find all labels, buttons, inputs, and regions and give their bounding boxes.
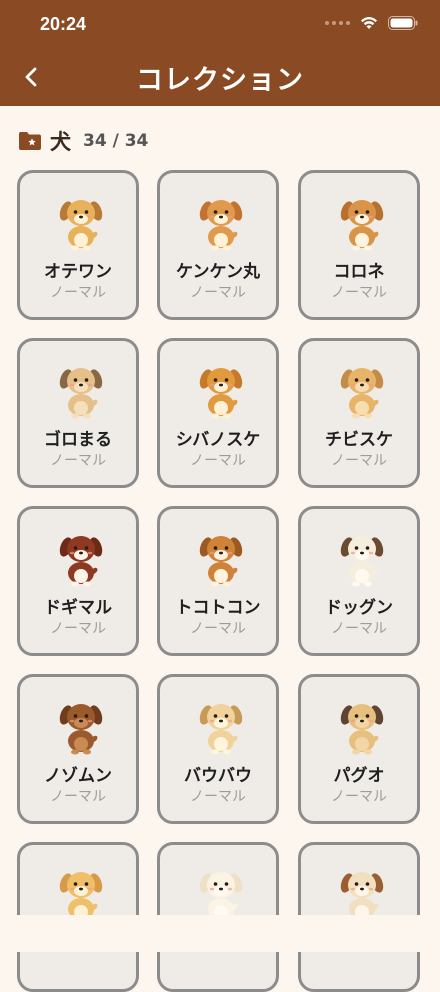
dog-illustration-icon [199,200,243,251]
dog-card[interactable]: ドギマル ノーマル [17,506,139,656]
dog-illustration-icon [59,536,103,587]
collection-section-header: 犬 34 / 34 [18,126,148,156]
dog-rarity: ノーマル [50,621,106,637]
dog-name: ゴロまる [44,430,112,450]
dog-card[interactable]: パグオ ノーマル [298,674,420,824]
dog-rarity: ノーマル [331,789,387,805]
dog-name: バウバウ [184,766,252,786]
dog-name: パグオ [333,766,385,786]
dog-illustration-icon [199,536,243,587]
dog-card[interactable]: ケンケン丸 ノーマル [157,170,279,320]
cellular-signal-icon [325,21,350,25]
dog-name: ドッグン [325,598,393,618]
dog-rarity: ノーマル [190,453,246,469]
dog-card[interactable]: トコトコン ノーマル [157,506,279,656]
wifi-icon [360,16,378,30]
collection-count: 34 / 34 [83,131,149,151]
dog-rarity: ノーマル [50,789,106,805]
dog-rarity: ノーマル [331,285,387,301]
dog-illustration-icon [199,872,243,923]
section-title: 犬 [50,130,71,154]
folder-star-icon [19,132,41,150]
bottom-safe-area [0,915,440,952]
status-time: 20:24 [40,14,87,34]
dog-card[interactable]: ドッグン ノーマル [298,506,420,656]
dog-name: トコトコン [175,598,261,618]
dog-rarity: ノーマル [331,621,387,637]
dog-name: コロネ [333,262,385,282]
dog-rarity: ノーマル [50,453,106,469]
dog-name: チビスケ [325,430,393,450]
dog-name: シバノスケ [175,430,261,450]
dog-illustration-icon [340,704,384,755]
dog-name: ドギマル [44,598,112,618]
dog-rarity: ノーマル [190,621,246,637]
dog-card[interactable]: ノゾムン ノーマル [17,674,139,824]
dog-illustration-icon [340,368,384,419]
dog-card[interactable]: バウバウ ノーマル [157,674,279,824]
dog-rarity: ノーマル [190,285,246,301]
dog-rarity: ノーマル [190,789,246,805]
dog-illustration-icon [59,200,103,251]
status-icons [325,16,418,30]
dog-illustration-icon [59,368,103,419]
page-title: コレクション [136,65,304,96]
dog-card[interactable]: コロネ ノーマル [298,170,420,320]
battery-icon [388,16,418,30]
app-header: 20:24 コレクション [0,0,440,106]
dog-name: ケンケン丸 [176,262,260,282]
dog-illustration-icon [199,704,243,755]
dog-illustration-icon [340,200,384,251]
dog-illustration-icon [340,536,384,587]
dog-illustration-icon [59,704,103,755]
dog-card[interactable]: オテワン ノーマル [17,170,139,320]
dog-illustration-icon [59,872,103,923]
dog-illustration-icon [199,368,243,419]
dog-name: オテワン [44,262,112,282]
dog-card[interactable]: シバノスケ ノーマル [157,338,279,488]
dog-card[interactable]: チビスケ ノーマル [298,338,420,488]
dog-rarity: ノーマル [331,453,387,469]
dog-card[interactable]: ゴロまる ノーマル [17,338,139,488]
dog-rarity: ノーマル [50,285,106,301]
dog-illustration-icon [340,872,384,923]
dog-name: ノゾムン [44,766,112,786]
